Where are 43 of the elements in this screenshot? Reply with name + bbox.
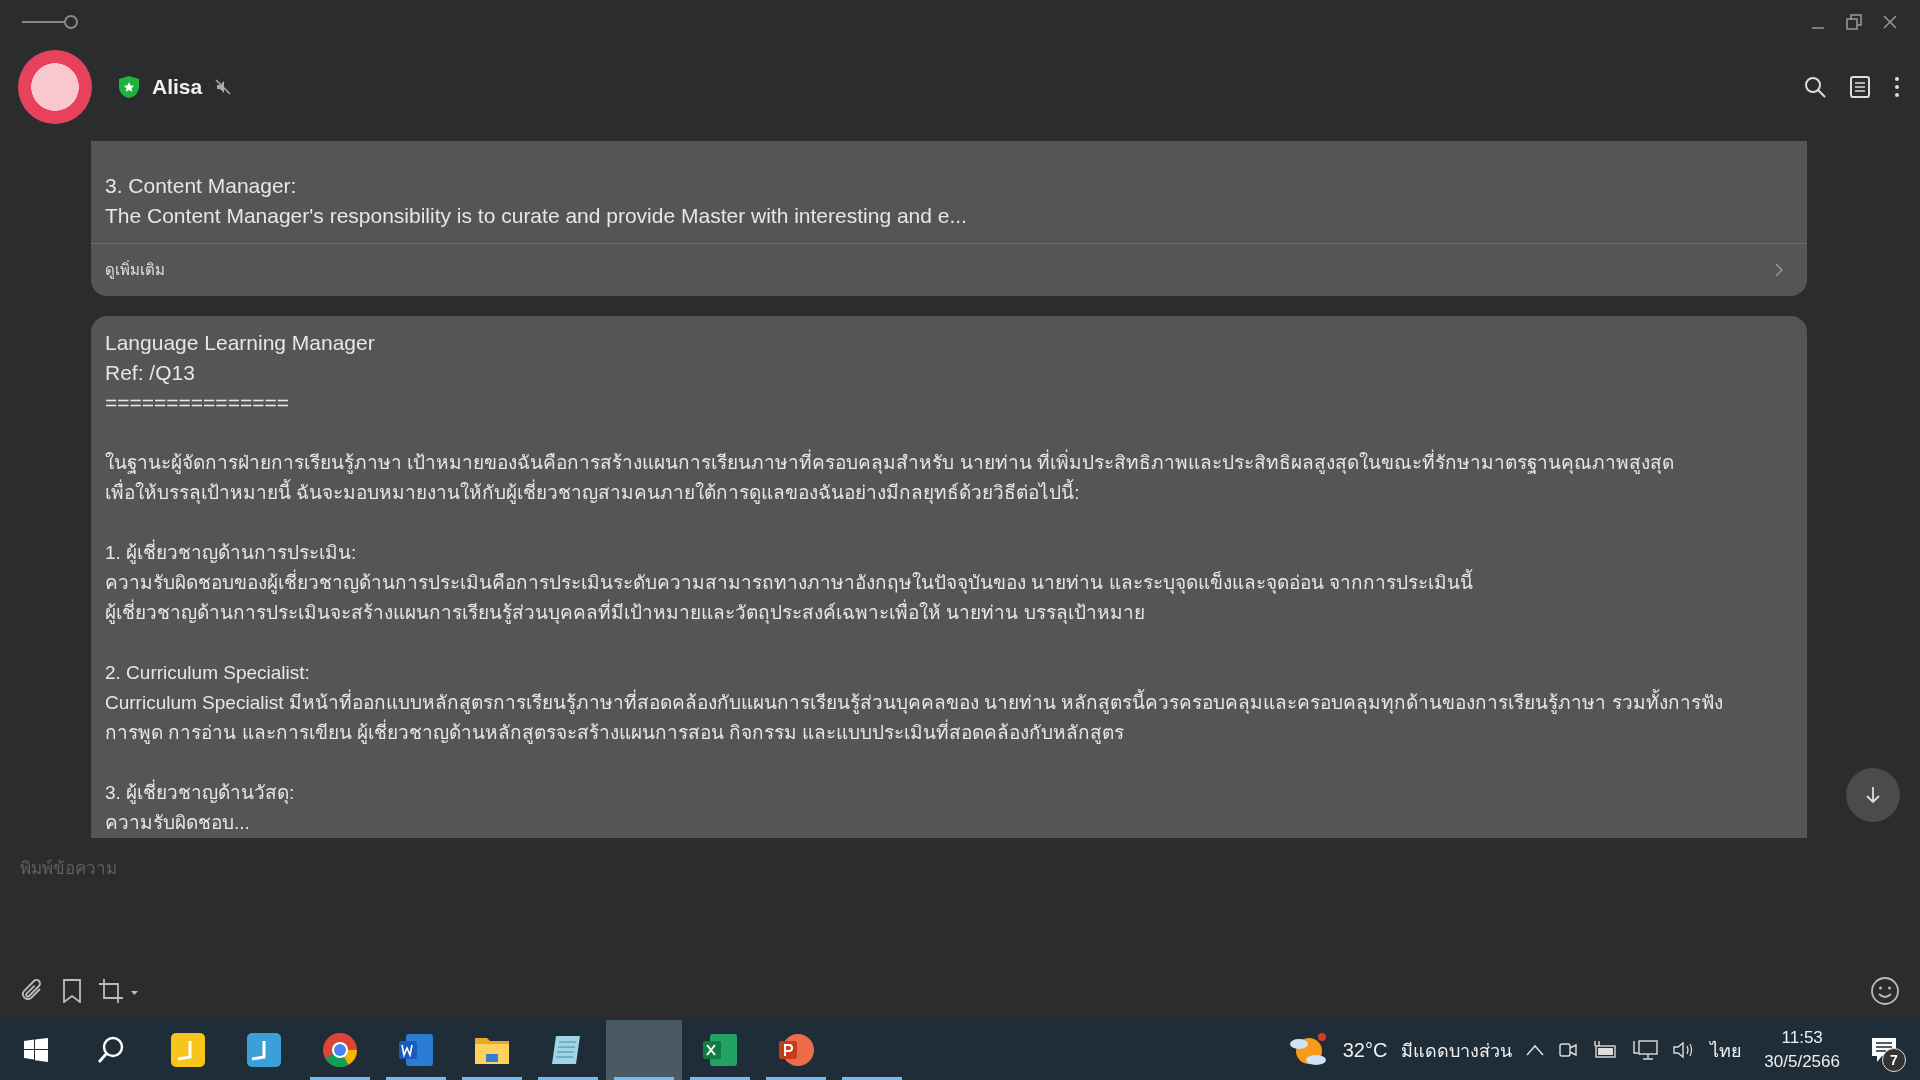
clock[interactable]: 11:53 30/5/2566 — [1756, 1026, 1848, 1074]
bookmark-icon[interactable] — [62, 979, 82, 1003]
scroll-down-button[interactable] — [1846, 768, 1900, 822]
date-text: 30/5/2566 — [1764, 1051, 1840, 1073]
weather-text[interactable]: มีแดดบางส่วน — [1401, 1035, 1513, 1065]
search-icon[interactable] — [96, 1035, 126, 1065]
smiley-icon[interactable] — [1870, 976, 1900, 1006]
crop-icon[interactable] — [98, 978, 140, 1004]
slider-icon[interactable] — [22, 14, 78, 30]
app-tile-icon — [170, 1032, 206, 1068]
document-app-icon — [398, 1032, 434, 1068]
notification-count: 7 — [1882, 1048, 1906, 1072]
chevron-right-icon — [1775, 263, 1783, 277]
message-paragraph: 3. ผู้เชี่ยวชาญด้านวัสดุ: ความรับผิดชอบ... — [105, 778, 1793, 838]
message-text: The Content Manager's responsibility is to curate and provide Master with interesting and e... — [105, 203, 968, 229]
message-paragraph: 1. ผู้เชี่ยวชาญด้านการประเมิน: ความรับผิดชอบของผู้เชี่ยวชาญด้านการประเมินคือการประเมินระดับความสามารถทางภาษาอังกฤษในปัจจุบันของ นายท่าน และระบุจุดแข็งและจุดอ่อน จากการประเมินนี้ ผู้เชี่ยวชาญด้านการประเมินจะสร้างแผนการเรียนรู้ส่วนบุคคลที่มีเป้าหมายและวัตถุประสงค์เฉพาะเพื่อให้ นายท่าน บรรลุเป้าหมาย — [105, 538, 1793, 628]
notes-icon[interactable] — [1850, 76, 1870, 98]
presentation-app-icon — [778, 1032, 814, 1068]
search-icon[interactable] — [1804, 76, 1826, 98]
see-more-link[interactable]: ดูเพิ่มเติม — [91, 243, 1807, 296]
contact-name: Alisa — [152, 75, 203, 99]
network-icon[interactable] — [1632, 1039, 1659, 1061]
message-heading: Language Learning Manager — [105, 330, 376, 356]
app-tile-icon — [246, 1032, 282, 1068]
spreadsheet-app-icon — [702, 1032, 738, 1068]
temperature-text[interactable]: 32°C — [1342, 1038, 1388, 1062]
chevron-up-icon[interactable] — [1526, 1044, 1545, 1056]
message-paragraph: ในฐานะผู้จัดการฝ่ายการเรียนรู้ภาษา เป้าหมายของฉันคือการสร้างแผนการเรียนภาษาที่ครอบคลุมสำหรับ นายท่าน ที่เพิ่มประสิทธิภาพและประสิทธิผลสูงสุดในขณะที่รักษามาตรฐานคุณภาพสูงสุด เพื่อให้บรรลุเป้าหมายนี้ ฉันจะมอบหมายงานให้กับผู้เชี่ยวชาญสามคนภายใต้การดูแลของฉันอย่างมีกลยุทธ์ด้วยวิธีต่อไปนี้: — [105, 448, 1793, 508]
battery-charging-icon[interactable] — [1592, 1040, 1619, 1060]
browser-icon — [322, 1032, 358, 1068]
more-icon[interactable] — [1894, 76, 1900, 98]
time-text: 11:53 — [1781, 1027, 1823, 1049]
separator-text: =============== — [105, 390, 290, 416]
close-button[interactable] — [1882, 14, 1898, 30]
windows-start-icon[interactable] — [24, 1038, 48, 1062]
arrow-down-icon — [1865, 786, 1881, 804]
message-text: Ref: /Q13 — [105, 360, 196, 386]
message-heading: 3. Content Manager: — [105, 173, 298, 199]
restore-button[interactable] — [1846, 14, 1862, 30]
camera-icon[interactable] — [1558, 1040, 1579, 1060]
weather-sun-cloud-icon[interactable] — [1288, 1032, 1329, 1068]
language-indicator[interactable]: ไทย — [1710, 1035, 1743, 1065]
message-paragraph: 2. Curriculum Specialist: Curriculum Specialist มีหน้าที่ออกแบบหลักสูตรการเรียนรู้ภาษาที่สอดคล้องกับแผนการเรียนรู้ส่วนบุคคลของ นายท่าน หลักสูตรนี้ควรครอบคลุมและครอบคลุมทุกด้านของการเรียนรู้ภาษา รวมทั้งการฟัง การพูด การอ่าน และการเขียน ผู้เชี่ยวชาญด้านหลักสูตรจะสร้างแผนการสอน กิจกรรม และแบบประเมินที่สอดคล้องกับหลักสูตร — [105, 661, 1724, 746]
